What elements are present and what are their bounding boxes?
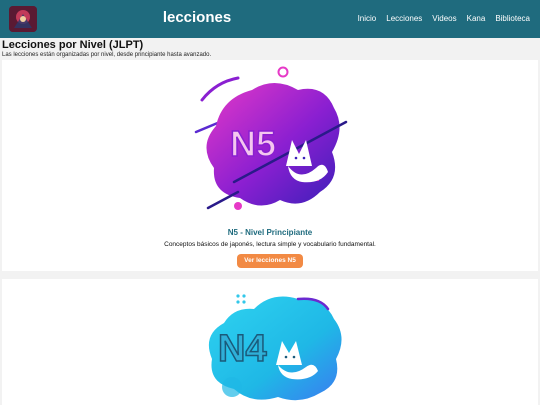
level-description-n5: Conceptos básicos de japonés, lectura si… <box>164 241 376 248</box>
site-header: lecciones Inicio Lecciones Videos Kana B… <box>0 0 540 38</box>
n4-badge-text: N4 <box>218 328 267 370</box>
nav-inicio[interactable]: Inicio <box>358 14 377 23</box>
nav-videos[interactable]: Videos <box>432 14 456 23</box>
page-title: Lecciones por Nivel (JLPT) <box>2 39 144 51</box>
page-subtitle: Las lecciones están organizadas por nive… <box>2 52 212 58</box>
n5-badge-text: N5 <box>230 123 276 164</box>
main-nav: Inicio Lecciones Videos Kana Biblioteca <box>358 14 530 23</box>
site-title: lecciones <box>162 9 232 26</box>
level-card-n4: N4 <box>2 279 538 405</box>
view-n5-lessons-button[interactable]: Ver lecciones N5 <box>237 254 303 268</box>
nav-lecciones[interactable]: Lecciones <box>386 14 422 23</box>
n4-level-illustration: N4 <box>208 294 342 401</box>
level-card-n5: N5 N5 - Nivel Principiante Conceptos bás… <box>2 60 538 271</box>
nav-kana[interactable]: Kana <box>467 14 486 23</box>
level-title-n5: N5 - Nivel Principiante <box>227 228 313 237</box>
n5-level-illustration: N5 <box>194 66 348 210</box>
nav-biblioteca[interactable]: Biblioteca <box>495 14 530 23</box>
